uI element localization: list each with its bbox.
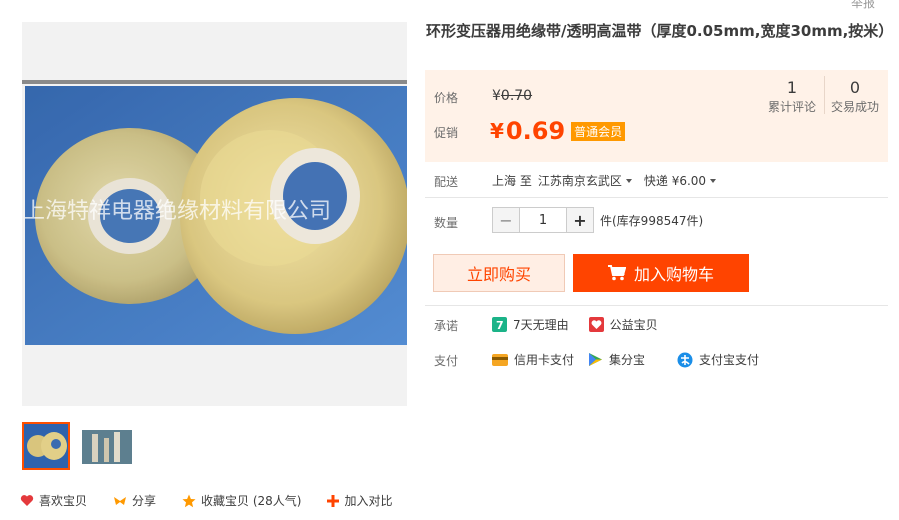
charity-icon: [588, 317, 604, 332]
main-product-image[interactable]: 上海特祥电器绝缘材料有限公司: [25, 86, 407, 345]
stats-divider: [824, 76, 825, 114]
share-label: 分享: [132, 494, 157, 508]
member-badge: 普通会员: [571, 121, 626, 141]
favorite-button[interactable]: 收藏宝贝 (28人气): [182, 492, 301, 509]
review-count[interactable]: 1 累计评论: [765, 78, 819, 115]
item-actions: 喜欢宝贝 分享 收藏宝贝 (28人气) 加入对比: [20, 492, 393, 509]
compare-button[interactable]: 加入对比: [327, 492, 393, 509]
thumbnail-2[interactable]: [82, 430, 132, 464]
compare-label: 加入对比: [344, 494, 393, 508]
quantity-stepper: − + 件(库存998547件): [492, 207, 703, 233]
promo-price: ¥ 0.69 普通会员: [490, 117, 626, 145]
payment-jifenbao-label: 集分宝: [609, 353, 646, 367]
like-button[interactable]: 喜欢宝贝: [20, 492, 87, 509]
product-title: 环形变压器用绝缘带/透明高温带（厚度0.05mm,宽度30mm,按米）: [426, 22, 894, 40]
destination-value: 江苏南京玄武区: [537, 174, 622, 188]
sales-count[interactable]: 0 交易成功: [829, 78, 881, 115]
credit-card-icon: [492, 353, 508, 366]
jifenbao-icon: [589, 353, 603, 366]
shipping-value: 快递 ¥6.00: [643, 174, 707, 188]
promo-label: 促销: [434, 126, 459, 140]
like-label: 喜欢宝贝: [39, 494, 88, 508]
quantity-input[interactable]: [520, 207, 566, 233]
original-currency: ¥: [492, 88, 501, 104]
stock-info: 件(库存998547件): [600, 213, 704, 228]
share-button[interactable]: 分享: [113, 492, 156, 509]
buy-now-label: 立即购买: [466, 265, 531, 284]
price-label: 价格: [434, 91, 459, 105]
thumbnail-1[interactable]: [22, 422, 70, 470]
decrease-button[interactable]: −: [492, 207, 520, 233]
image-top-strip: [22, 80, 407, 84]
star-icon: [182, 494, 196, 507]
increase-button[interactable]: +: [566, 207, 594, 233]
delivery-to-word: 至: [519, 174, 532, 188]
promise-label: 承诺: [434, 319, 459, 333]
payment-label: 支付: [434, 354, 459, 368]
promise-list: 7 7天无理由 公益宝贝: [492, 316, 658, 333]
sales-count-value: 0: [849, 78, 861, 97]
alipay-icon: [677, 352, 693, 367]
chevron-down-icon: [625, 178, 632, 183]
watermark-text: 上海特祥电器绝缘材料有限公司: [25, 199, 331, 224]
shipping-select[interactable]: 快递 ¥6.00: [643, 172, 717, 189]
payment-list: 信用卡支付 集分宝 支付宝支付: [492, 351, 759, 368]
promise-charity[interactable]: 公益宝贝: [588, 316, 658, 333]
destination-select[interactable]: 江苏南京玄武区: [538, 172, 632, 189]
add-to-cart-button[interactable]: 加入购物车: [573, 254, 749, 292]
promise-7day[interactable]: 7 7天无理由: [492, 316, 569, 333]
payment-credit-card-label: 信用卡支付: [514, 353, 575, 367]
plus-icon: [327, 494, 340, 507]
delivery-label: 配送: [434, 175, 459, 189]
promo-currency: ¥: [490, 119, 504, 143]
quantity-label: 数量: [434, 216, 459, 230]
review-count-value: 1: [786, 78, 798, 97]
promo-price-value: 0.69: [505, 117, 566, 145]
report-link[interactable]: 举报: [851, 0, 875, 11]
payment-credit-card[interactable]: 信用卡支付: [492, 351, 574, 368]
seven-day-icon: 7: [492, 317, 507, 332]
delivery-row: 上海 至 江苏南京玄武区 快递 ¥6.00: [492, 172, 717, 189]
promise-7day-label: 7天无理由: [513, 318, 569, 332]
sales-count-label: 交易成功: [830, 100, 879, 114]
heart-icon: [20, 495, 34, 506]
original-price-value: 0.70: [500, 88, 533, 104]
payment-alipay[interactable]: 支付宝支付: [677, 351, 759, 368]
svg-text:7: 7: [496, 319, 504, 332]
review-count-label: 累计评论: [767, 100, 816, 114]
favorite-label: 收藏宝贝 (28人气): [201, 494, 302, 508]
divider: [425, 305, 888, 306]
add-to-cart-label: 加入购物车: [633, 265, 714, 284]
promise-charity-label: 公益宝贝: [609, 318, 658, 332]
payment-alipay-label: 支付宝支付: [699, 353, 760, 367]
cart-icon: [607, 265, 626, 281]
buy-now-button[interactable]: 立即购买: [433, 254, 565, 292]
divider: [425, 197, 888, 198]
original-price: ¥0.70: [492, 88, 532, 104]
share-icon: [114, 496, 127, 505]
payment-jifenbao[interactable]: 集分宝: [588, 351, 645, 368]
delivery-from: 上海: [492, 174, 517, 188]
chevron-down-icon: [710, 178, 717, 183]
